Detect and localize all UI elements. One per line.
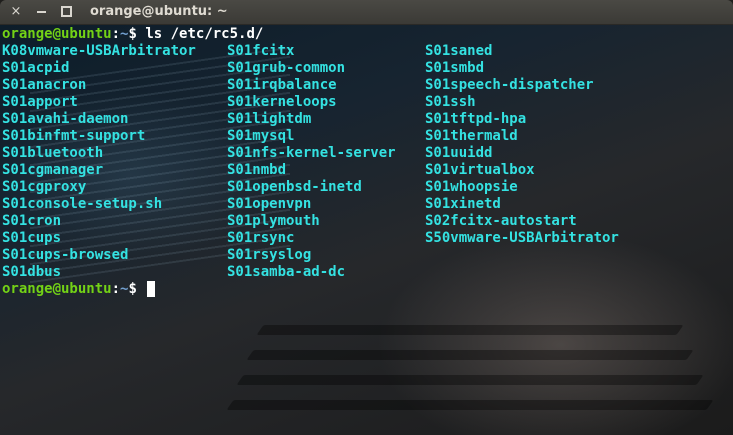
background-keyboard-image xyxy=(256,325,684,335)
file-entry: S50vmware-USBArbitrator xyxy=(425,230,619,246)
minimize-button[interactable] xyxy=(33,4,49,20)
file-entry: S02fcitx-autostart xyxy=(425,213,577,229)
file-entry: S01uuidd xyxy=(425,145,493,161)
file-entry: S01cron xyxy=(2,213,62,229)
terminal-area[interactable]: orange@ubuntu:~$ ls /etc/rc5.d/ K08vmwar… xyxy=(0,25,733,435)
minimize-icon xyxy=(36,11,46,13)
prompt-line-2[interactable]: orange@ubuntu:~$ xyxy=(2,281,156,298)
file-entry: S01lightdm xyxy=(227,111,312,127)
file-entry: S01irqbalance xyxy=(227,77,337,93)
file-entry: S01cups-browsed xyxy=(2,247,129,263)
file-entry: S01mysql xyxy=(227,128,295,144)
command-input[interactable] xyxy=(137,281,145,297)
file-entry: S01kerneloops xyxy=(227,94,337,110)
file-entry: S01anacron xyxy=(2,77,87,93)
output-column-3: S01saned S01smbd S01speech-dispatcher S01ss… xyxy=(425,43,619,247)
prompt-separator: : xyxy=(111,26,121,42)
prompt-symbol: $ xyxy=(128,26,137,42)
background-keyboard-row xyxy=(226,400,714,410)
file-entry: S01thermald xyxy=(425,128,518,144)
maximize-icon xyxy=(60,6,72,17)
file-entry: S01smbd xyxy=(425,60,485,76)
background-keyboard-row xyxy=(236,375,704,385)
text-cursor xyxy=(147,281,156,297)
file-entry: S01rsync xyxy=(227,230,295,246)
file-entry: S01rsyslog xyxy=(227,247,312,263)
file-entry: S01tftpd-hpa xyxy=(425,111,527,127)
file-entry: S01openvpn xyxy=(227,196,312,212)
window-title: orange@ubuntu: ~ xyxy=(90,4,228,19)
prompt-line-1: orange@ubuntu:~$ ls /etc/rc5.d/ xyxy=(2,26,263,43)
file-entry: S01speech-dispatcher xyxy=(425,77,594,93)
close-button[interactable]: × xyxy=(8,4,24,20)
file-entry: S01xinetd xyxy=(425,196,501,212)
title-bar[interactable]: × orange@ubuntu: ~ xyxy=(0,0,733,25)
file-entry: S01grub-common xyxy=(227,60,346,76)
file-entry: S01acpid xyxy=(2,60,70,76)
command-text: ls /etc/rc5.d/ xyxy=(136,26,264,42)
output-column-2: S01fcitx S01grub-common S01irqbalance S01ke… xyxy=(227,43,396,281)
file-entry: S01cgproxy xyxy=(2,179,87,195)
maximize-button[interactable] xyxy=(58,4,74,20)
file-entry: S01nmbd xyxy=(227,162,287,178)
file-entry: S01openbsd-inetd xyxy=(227,179,362,195)
file-entry: S01samba-ad-dc xyxy=(227,264,346,280)
prompt-user-host: orange@ubuntu xyxy=(2,281,112,297)
file-entry: S01bluetooth xyxy=(2,145,104,161)
file-entry: S01plymouth xyxy=(227,213,320,229)
file-entry: S01binfmt-support xyxy=(2,128,146,144)
terminal-window: × orange@ubuntu: ~ orange@ubuntu:~$ ls /… xyxy=(0,0,733,435)
file-entry: S01apport xyxy=(2,94,78,110)
prompt-symbol: $ xyxy=(128,281,137,297)
file-entry: S01saned xyxy=(425,43,493,59)
output-column-1: K08vmware-USBArbitrator S01acpid S01anacro… xyxy=(2,43,196,281)
file-entry: S01avahi-daemon xyxy=(2,111,129,127)
file-entry: S01console-setup.sh xyxy=(2,196,163,212)
file-entry: S01cgmanager xyxy=(2,162,104,178)
file-entry: S01cups xyxy=(2,230,62,246)
file-entry: S01whoopsie xyxy=(425,179,518,195)
file-entry: S01fcitx xyxy=(227,43,295,59)
background-keyboard-row xyxy=(246,350,694,360)
file-entry: K08vmware-USBArbitrator xyxy=(2,43,196,59)
prompt-user-host: orange@ubuntu xyxy=(2,26,112,42)
file-entry: S01dbus xyxy=(2,264,62,280)
prompt-separator: : xyxy=(111,281,121,297)
close-icon: × xyxy=(10,4,22,19)
file-entry: S01ssh xyxy=(425,94,476,110)
file-entry: S01virtualbox xyxy=(425,162,535,178)
file-entry: S01nfs-kernel-server xyxy=(227,145,396,161)
